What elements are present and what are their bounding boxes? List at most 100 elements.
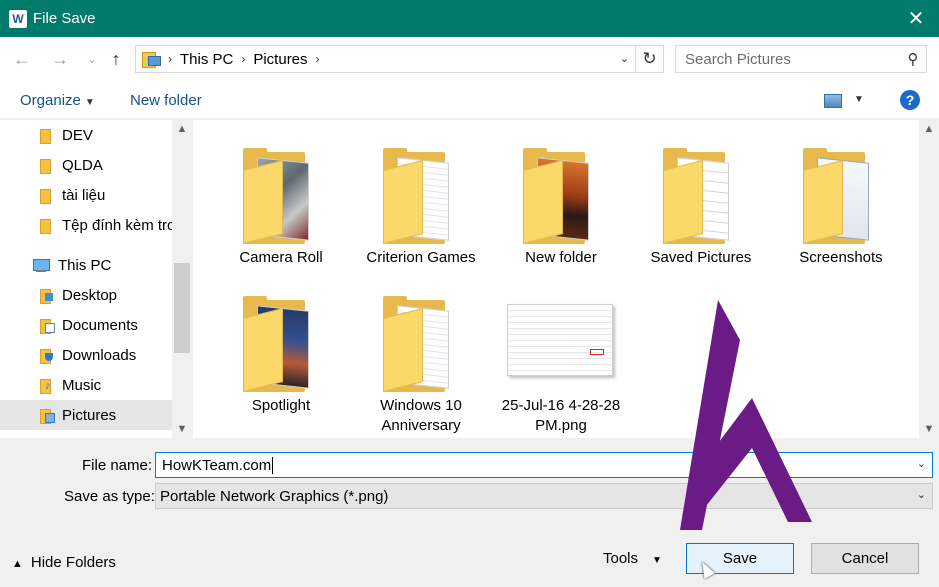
file-label: Screenshots — [799, 249, 883, 266]
folder-icon — [651, 136, 751, 246]
view-options-icon[interactable] — [824, 94, 842, 108]
close-button[interactable]: ✕ — [893, 0, 939, 37]
folder-screenshots[interactable]: Screenshots — [771, 136, 911, 268]
address-dropdown-icon[interactable]: ⌄ — [620, 52, 629, 65]
nav-item-qlda[interactable]: QLDA — [0, 150, 172, 180]
scroll-up-icon[interactable]: ▲ — [172, 123, 192, 135]
save-as-type-value: Portable Network Graphics (*.png) — [160, 487, 389, 505]
folder-icon — [511, 136, 611, 246]
pictures-folder-icon — [40, 408, 55, 424]
folder-new-folder[interactable]: New folder — [491, 136, 631, 268]
file-label: Saved Pictures — [650, 249, 752, 266]
scroll-up-icon[interactable]: ▲ — [919, 123, 939, 135]
close-icon: ✕ — [907, 8, 925, 30]
file-png-screenshot[interactable]: 25-Jul-16 4-28-28 PM.png — [491, 284, 631, 436]
address-bar[interactable]: › This PC › Pictures › ⌄ ↻ — [135, 45, 664, 73]
search-box[interactable]: Search Pictures ⚲ — [675, 45, 927, 73]
file-name-label: File name: — [82, 457, 153, 474]
navigation-scrollbar[interactable]: ▲ ▼ — [172, 120, 192, 438]
file-name-combobox[interactable]: HowKTeam.com ⌄ — [155, 452, 933, 478]
nav-item-label: QLDA — [62, 156, 103, 174]
hide-folders-button[interactable]: ▲ Hide Folders — [12, 554, 116, 571]
organize-label: Organize — [20, 92, 81, 109]
nav-item-pictures[interactable]: Pictures — [0, 400, 172, 430]
folder-icon — [231, 284, 331, 394]
chevron-down-icon[interactable]: ⌄ — [917, 488, 926, 501]
arrow-up-icon: ↑ — [111, 49, 121, 69]
folder-camera-roll[interactable]: Camera Roll — [211, 136, 351, 268]
chevron-down-icon[interactable]: ⌄ — [917, 457, 926, 470]
breadcrumb-this-pc[interactable]: This PC — [180, 51, 233, 68]
nav-item-label: Desktop — [62, 286, 118, 304]
scrollbar-thumb[interactable] — [174, 263, 190, 353]
nav-item-label: tài liệu — [62, 186, 106, 204]
file-list-scrollbar[interactable]: ▲ ▼ — [919, 120, 939, 438]
folder-icon — [40, 188, 54, 204]
scroll-down-icon[interactable]: ▼ — [172, 423, 192, 435]
file-label: Windows 10 Anniversary — [380, 397, 462, 434]
caret-down-icon: ▼ — [84, 97, 95, 108]
refresh-icon: ↻ — [642, 49, 657, 68]
downloads-folder-icon — [40, 348, 54, 364]
view-options-dropdown-icon[interactable]: ▼ — [854, 94, 864, 105]
text-cursor — [272, 456, 274, 474]
search-icon[interactable]: ⚲ — [900, 50, 926, 68]
nav-item-label: Music — [62, 376, 102, 394]
arrow-right-icon: → — [51, 49, 69, 69]
tools-label: Tools — [603, 550, 639, 567]
music-folder-icon — [40, 378, 54, 394]
folder-icon — [371, 284, 471, 394]
folder-icon — [40, 128, 54, 144]
nav-item-music[interactable]: Music — [0, 370, 172, 400]
nav-item-this-pc[interactable]: This PC — [0, 250, 172, 280]
breadcrumb-separator-icon: › — [241, 52, 246, 66]
folder-criterion-games[interactable]: Criterion Games — [351, 136, 491, 268]
nav-item-label: Documents — [62, 316, 138, 334]
file-name-input[interactable]: HowKTeam.com — [162, 457, 271, 474]
search-input[interactable]: Search Pictures — [685, 51, 900, 68]
file-list: Camera Roll Criterion Games New folder S… — [193, 120, 919, 438]
file-label: Criterion Games — [366, 249, 476, 266]
tools-button[interactable]: Tools ▼ — [603, 550, 662, 567]
chevron-up-icon: ▲ — [12, 558, 23, 570]
nav-item-desktop[interactable]: Desktop — [0, 280, 172, 310]
folder-icon — [40, 218, 54, 234]
desktop-folder-icon — [40, 288, 54, 304]
nav-item-label: Pictures — [62, 406, 117, 424]
computer-icon — [32, 258, 50, 272]
scroll-down-icon[interactable]: ▼ — [919, 423, 939, 435]
refresh-button[interactable]: ↻ — [635, 46, 663, 72]
up-button[interactable]: ↑ — [104, 49, 128, 70]
organize-button[interactable]: Organize ▼ — [20, 92, 95, 109]
chevron-down-icon: ⌄ — [87, 54, 97, 66]
file-label: Spotlight — [251, 397, 311, 414]
cancel-button[interactable]: Cancel — [811, 543, 919, 574]
new-folder-button[interactable]: New folder — [130, 92, 202, 109]
documents-folder-icon — [40, 318, 55, 334]
nav-item-downloads[interactable]: Downloads — [0, 340, 172, 370]
folder-spotlight[interactable]: Spotlight — [211, 284, 351, 416]
back-button[interactable]: ← — [10, 49, 34, 70]
word-icon: W — [9, 9, 27, 28]
breadcrumb-separator-icon[interactable]: › — [316, 52, 320, 66]
folder-icon — [791, 136, 891, 246]
save-as-type-label: Save as type: — [64, 488, 155, 505]
forward-button[interactable]: → — [48, 49, 72, 70]
breadcrumb-pictures[interactable]: Pictures — [253, 51, 307, 68]
file-label: New folder — [525, 249, 597, 266]
hide-folders-label: Hide Folders — [30, 554, 116, 571]
help-button[interactable]: ? — [900, 90, 920, 110]
save-as-type-select[interactable]: Portable Network Graphics (*.png) ⌄ — [155, 483, 933, 509]
nav-item-attachments[interactable]: Tệp đính kèm trong — [0, 210, 172, 240]
folder-icon — [371, 136, 471, 246]
nav-item-tai-lieu[interactable]: tài liệu — [0, 180, 172, 210]
folder-saved-pictures[interactable]: Saved Pictures — [631, 136, 771, 268]
folder-windows-10-anniversary[interactable]: Windows 10 Anniversary — [351, 284, 491, 436]
nav-item-documents[interactable]: Documents — [0, 310, 172, 340]
nav-item-label: DEV — [62, 126, 93, 144]
nav-item-dev[interactable]: DEV — [0, 120, 172, 150]
address-row: ← → ⌄ ↑ › This PC › Pictures › ⌄ ↻ Searc… — [0, 37, 939, 81]
recent-locations-button[interactable]: ⌄ — [80, 53, 104, 66]
file-label: Camera Roll — [239, 249, 323, 266]
image-file-icon — [503, 284, 619, 394]
